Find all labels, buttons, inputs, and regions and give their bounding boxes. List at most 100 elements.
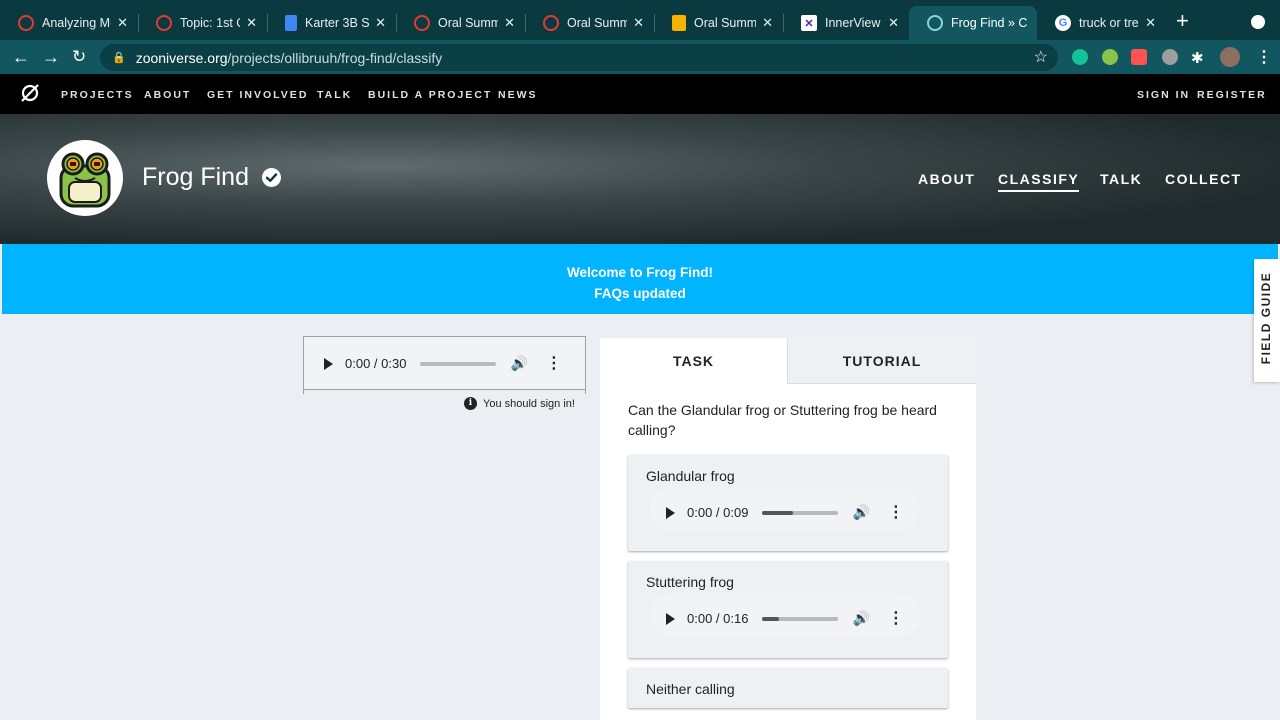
- innerview-icon: ✕: [801, 15, 817, 31]
- tab-title: InnerView: [825, 16, 881, 30]
- project-title[interactable]: Frog Find: [142, 163, 249, 192]
- verified-check-icon: [262, 168, 281, 187]
- tab-tutorial[interactable]: TUTORIAL: [787, 338, 976, 384]
- announcement-banner: Welcome to Frog Find! FAQs updated: [2, 244, 1278, 314]
- answer-label: Stuttering frog: [646, 574, 734, 590]
- volume-icon[interactable]: 🔊: [852, 610, 869, 627]
- sign-in-link[interactable]: SIGN IN: [1137, 89, 1190, 101]
- tab-title: Oral Summat: [438, 16, 499, 30]
- extension-icon[interactable]: [1162, 49, 1178, 65]
- address-bar[interactable]: 🔒 zooniverse.org /projects/ollibruuh/fro…: [100, 44, 1058, 71]
- tab-title: Analyzing Mu: [42, 16, 112, 30]
- more-options-icon[interactable]: ⋮: [888, 610, 904, 626]
- forward-arrow-icon[interactable]: →: [42, 46, 60, 68]
- more-options-icon[interactable]: ⋮: [888, 504, 904, 520]
- tab-task[interactable]: TASK: [600, 338, 787, 384]
- volume-icon[interactable]: 🔊: [852, 504, 869, 521]
- frog-avatar-icon[interactable]: [47, 140, 123, 216]
- project-header: Frog Find ABOUT CLASSIFY TALK COLLECT: [0, 114, 1280, 244]
- browser-tab-7[interactable]: ✕ InnerView ✕: [783, 6, 909, 40]
- tab-search-icon[interactable]: [1251, 15, 1265, 29]
- browser-tab-1[interactable]: Analyzing Mu ✕: [0, 6, 138, 40]
- audio-seek-bar[interactable]: [762, 616, 839, 621]
- circle-ring-icon: [18, 15, 34, 31]
- reload-icon[interactable]: ↻: [72, 46, 86, 68]
- subject-audio-viewer: 0:00 / 0:30 🔊 ⋮: [303, 336, 586, 394]
- browser-tab-strip: Analyzing Mu ✕ Topic: 1st Or ✕ Karter 3B…: [0, 0, 1280, 40]
- field-guide-button[interactable]: FIELD GUIDE: [1254, 259, 1280, 382]
- close-tab-icon[interactable]: ✕: [888, 15, 899, 31]
- nav-projects-link[interactable]: PROJECTS: [61, 89, 134, 101]
- browser-tab-2[interactable]: Topic: 1st Or ✕: [138, 6, 267, 40]
- task-question: Can the Glandular frog or Stuttering fro…: [628, 402, 937, 438]
- browser-tab-6[interactable]: Oral Summat ✕: [654, 6, 783, 40]
- close-tab-icon[interactable]: ✕: [504, 15, 515, 31]
- play-icon[interactable]: [324, 357, 333, 370]
- info-icon: i: [464, 397, 477, 410]
- slides-icon: [672, 15, 686, 31]
- screen-recorder-extension-icon[interactable]: [1131, 49, 1147, 65]
- zooniverse-site-nav: PROJECTS ABOUT GET INVOLVED TALK BUILD A…: [0, 74, 1280, 114]
- project-about-link[interactable]: ABOUT: [918, 171, 975, 187]
- answer-option-neither-calling[interactable]: Neither calling: [628, 668, 948, 708]
- glandular-frog-audio-player[interactable]: 0:00 / 0:09 🔊 ⋮: [666, 504, 904, 521]
- grammarly-extension-icon[interactable]: [1072, 49, 1088, 65]
- register-link[interactable]: REGISTER: [1197, 89, 1267, 101]
- browser-tab-5[interactable]: Oral Summat ✕: [525, 6, 654, 40]
- more-options-icon[interactable]: ⋮: [546, 355, 562, 371]
- close-tab-icon[interactable]: ✕: [633, 15, 644, 31]
- volume-icon[interactable]: 🔊: [510, 355, 527, 372]
- play-icon[interactable]: [666, 506, 675, 519]
- answer-option-glandular-frog[interactable]: Glandular frog 0:00 / 0:09 🔊 ⋮: [628, 455, 948, 551]
- docs-icon: [285, 15, 297, 31]
- nav-about-link[interactable]: ABOUT: [144, 89, 191, 101]
- nav-news-link[interactable]: NEWS: [498, 89, 538, 101]
- close-tab-icon[interactable]: ✕: [1145, 15, 1156, 31]
- tab-title: Oral Summat: [567, 16, 628, 30]
- close-tab-icon[interactable]: ✕: [246, 15, 257, 31]
- tab-title: Karter 3B Su: [305, 16, 370, 30]
- field-guide-label: FIELD GUIDE: [1259, 271, 1273, 365]
- answer-option-stuttering-frog[interactable]: Stuttering frog 0:00 / 0:16 🔊 ⋮: [628, 561, 948, 658]
- puzzle-extensions-icon[interactable]: ✱: [1191, 48, 1204, 70]
- browser-tab-8-active[interactable]: Frog Find » C: [909, 6, 1037, 40]
- zooniverse-logo-icon[interactable]: [20, 83, 40, 109]
- task-panel: TASK TUTORIAL Can the Glandular frog or …: [600, 338, 976, 720]
- zooniverse-icon: [927, 15, 943, 31]
- announcement-line-2[interactable]: FAQs updated: [2, 283, 1278, 304]
- browser-toolbar: ← → ↻ 🔒 zooniverse.org /projects/ollibru…: [0, 40, 1280, 74]
- project-collect-link[interactable]: COLLECT: [1165, 171, 1242, 187]
- extension-icon[interactable]: [1102, 49, 1118, 65]
- close-tab-icon[interactable]: ✕: [117, 15, 128, 31]
- subject-audio-player[interactable]: 0:00 / 0:30 🔊 ⋮: [324, 355, 562, 372]
- close-tab-icon[interactable]: ✕: [375, 15, 386, 31]
- audio-time: 0:00 / 0:16: [687, 611, 749, 626]
- browser-tab-3[interactable]: Karter 3B Su ✕: [267, 6, 396, 40]
- close-tab-icon[interactable]: ✕: [762, 15, 773, 31]
- tab-title: truck or trea: [1079, 16, 1140, 30]
- circle-ring-icon: [543, 15, 559, 31]
- new-tab-plus-icon[interactable]: +: [1176, 10, 1189, 32]
- project-talk-link[interactable]: TALK: [1100, 171, 1142, 187]
- answer-label: Glandular frog: [646, 468, 735, 484]
- nav-get-involved-link[interactable]: GET INVOLVED: [207, 89, 308, 101]
- browser-tab-4[interactable]: Oral Summat ✕: [396, 6, 525, 40]
- audio-seek-bar[interactable]: [762, 510, 839, 515]
- play-icon[interactable]: [666, 612, 675, 625]
- profile-avatar[interactable]: [1220, 47, 1240, 67]
- url-path: /projects/ollibruuh/frog-find/classify: [227, 49, 443, 66]
- sign-in-notice: i You should sign in!: [464, 397, 575, 410]
- nav-build-a-project-link[interactable]: BUILD A PROJECT: [368, 89, 492, 101]
- tab-title: Oral Summat: [694, 16, 757, 30]
- browser-menu-icon[interactable]: ⋮: [1256, 47, 1272, 69]
- audio-seek-bar[interactable]: [420, 361, 497, 366]
- bookmark-star-icon[interactable]: ☆: [1034, 47, 1048, 67]
- back-arrow-icon[interactable]: ←: [12, 46, 30, 68]
- stuttering-frog-audio-player[interactable]: 0:00 / 0:16 🔊 ⋮: [666, 610, 904, 627]
- browser-tab-9[interactable]: G truck or trea ✕: [1037, 6, 1166, 40]
- project-classify-link[interactable]: CLASSIFY: [998, 171, 1080, 192]
- nav-talk-link[interactable]: TALK: [317, 89, 352, 101]
- tab-title: Frog Find » C: [951, 16, 1027, 30]
- circle-ring-icon: [414, 15, 430, 31]
- announcement-line-1: Welcome to Frog Find!: [567, 265, 713, 280]
